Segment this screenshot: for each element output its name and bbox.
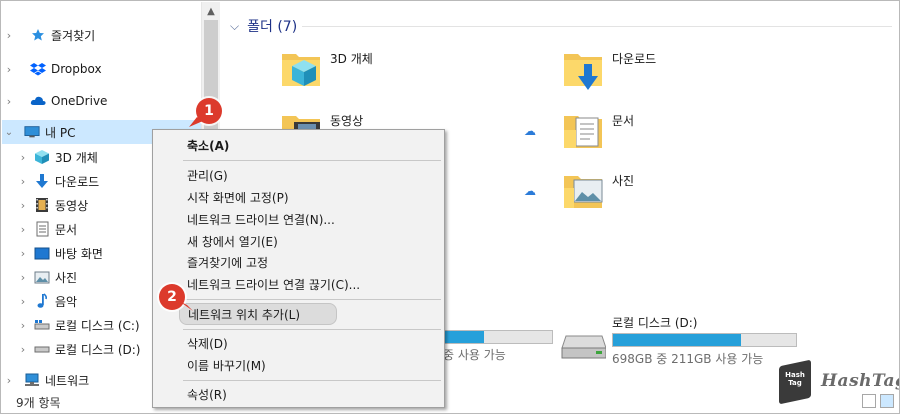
folder-picture-icon	[562, 168, 606, 215]
folder-document-icon	[562, 108, 606, 155]
nav-item-favorites[interactable]: › 즐겨찾기	[2, 23, 202, 47]
folder-3d-icon	[280, 46, 324, 93]
menu-item-open-new-window[interactable]: 새 창에서 열기(E)	[153, 230, 444, 252]
menu-item-manage[interactable]: 관리(G)	[153, 164, 444, 186]
menu-separator	[183, 380, 441, 381]
folder-tile-documents[interactable]: 문서	[562, 108, 634, 155]
chevron-right-icon[interactable]: ›	[16, 199, 30, 212]
menu-separator	[183, 299, 441, 300]
folder-tile-downloads[interactable]: 다운로드	[562, 46, 656, 95]
folder-download-icon	[562, 46, 606, 95]
file-explorer-window: › 즐겨찾기 › Dropbox › OneDrive ⌄ 내 PC › 3D …	[0, 0, 900, 414]
folder-label: 3D 개체	[330, 52, 373, 66]
music-icon	[34, 293, 50, 309]
drive-usage-fill	[444, 331, 484, 343]
drive-usage-fill	[613, 334, 742, 346]
nav-item-label: OneDrive	[51, 94, 108, 108]
nav-item-label: 다운로드	[55, 174, 100, 189]
document-icon	[34, 221, 50, 237]
menu-item-add-network-location[interactable]: 네트워크 위치 추가(L)	[179, 303, 337, 325]
chevron-right-icon[interactable]: ›	[16, 343, 30, 356]
nav-item-label: Dropbox	[51, 62, 102, 76]
network-icon	[24, 372, 40, 388]
nav-item-label: 문서	[55, 222, 78, 237]
menu-item-pin-to-quick-access[interactable]: 즐겨찾기에 고정	[153, 251, 444, 273]
nav-item-label: 바탕 화면	[55, 246, 103, 261]
folder-label: 문서	[612, 114, 635, 128]
chevron-down-icon[interactable]: ⌵	[230, 19, 239, 34]
nav-item-label: 즐겨찾기	[51, 28, 96, 43]
nav-item-dropbox[interactable]: › Dropbox	[2, 57, 202, 81]
drive-d-icon	[560, 332, 607, 363]
video-icon	[34, 197, 50, 213]
chevron-down-icon[interactable]: ⌄	[2, 127, 16, 138]
nav-item-label: 로컬 디스크 (D:)	[55, 342, 141, 357]
nav-item-label: 3D 개체	[55, 150, 98, 165]
chevron-right-icon[interactable]: ›	[2, 29, 16, 42]
chevron-right-icon[interactable]: ›	[16, 319, 30, 332]
chevron-right-icon[interactable]: ›	[16, 295, 30, 308]
chevron-right-icon[interactable]: ›	[2, 374, 16, 387]
chevron-right-icon[interactable]: ›	[16, 247, 30, 260]
dropbox-icon	[30, 61, 46, 77]
drive-free-space: 698GB 중 211GB 사용 가능	[612, 352, 764, 366]
chevron-right-icon[interactable]: ›	[16, 223, 30, 236]
menu-separator	[183, 160, 441, 161]
drive-tile-c[interactable]: 중 사용 가능	[443, 312, 553, 368]
menu-item-map-network-drive[interactable]: 네트워크 드라이브 연결(N)...	[153, 208, 444, 230]
badge-pointer-2	[179, 301, 193, 311]
chevron-right-icon[interactable]: ›	[2, 95, 16, 108]
folder-tile-3d-objects[interactable]: 3D 개체	[280, 46, 373, 93]
drive-usage-bar	[612, 333, 797, 347]
onedrive-icon	[30, 93, 46, 109]
group-divider	[302, 26, 892, 27]
folder-tile-pictures[interactable]: 사진	[562, 168, 634, 215]
watermark-text: HashTag	[821, 371, 900, 391]
drive-d-icon	[34, 341, 50, 357]
logo-mark-text: Hash Tag	[785, 371, 805, 387]
desktop-icon	[34, 245, 50, 261]
drive-label: 로컬 디스크 (D:)	[612, 316, 698, 330]
menu-separator	[183, 329, 441, 330]
folder-label: 사진	[612, 174, 635, 188]
folder-label: 동영상	[330, 114, 364, 128]
menu-item-delete[interactable]: 삭제(D)	[153, 332, 444, 354]
status-bar: 9개 항목	[2, 390, 899, 413]
item-count: 9개 항목	[16, 395, 61, 410]
menu-item-disconnect-network-drive[interactable]: 네트워크 드라이브 연결 끊기(C)...	[153, 273, 444, 295]
cloud-sync-icon: ☁	[524, 124, 536, 138]
download-icon	[34, 173, 50, 189]
nav-item-label: 내 PC	[45, 125, 76, 140]
context-menu: 축소(A) 관리(G) 시작 화면에 고정(P) 네트워크 드라이브 연결(N)…	[152, 129, 445, 408]
chevron-right-icon[interactable]: ›	[2, 63, 16, 76]
nav-item-label: 로컬 디스크 (C:)	[55, 318, 140, 333]
drive-free-space: 중 사용 가능	[443, 348, 506, 362]
pc-icon	[24, 124, 40, 140]
drive-usage-bar	[443, 330, 553, 344]
chevron-right-icon[interactable]: ›	[16, 175, 30, 188]
menu-item-properties[interactable]: 속성(R)	[153, 383, 444, 405]
cloud-sync-icon: ☁	[524, 184, 536, 198]
nav-item-label: 동영상	[55, 198, 89, 213]
group-title: 폴더 (7)	[247, 19, 298, 35]
nav-item-label: 사진	[55, 270, 78, 285]
badge-pointer-1	[189, 117, 203, 127]
nav-item-label: 네트워크	[45, 373, 90, 388]
drive-c-icon	[34, 317, 50, 333]
chevron-right-icon[interactable]: ›	[16, 151, 30, 164]
menu-item-pin-to-start[interactable]: 시작 화면에 고정(P)	[153, 186, 444, 208]
3d-objects-icon	[34, 149, 50, 165]
menu-item-rename[interactable]: 이름 바꾸기(M)	[153, 354, 444, 376]
watermark-logo: Hash Tag HashTag	[779, 359, 899, 405]
menu-item-collapse[interactable]: 축소(A)	[153, 134, 444, 156]
scroll-up-arrow-icon[interactable]: ▲	[202, 6, 220, 17]
chevron-right-icon[interactable]: ›	[16, 271, 30, 284]
drive-tile-d[interactable]: 로컬 디스크 (D:) 698GB 중 211GB 사용 가능	[560, 314, 800, 370]
nav-item-label: 음악	[55, 294, 78, 309]
folders-group-header[interactable]: ⌵ 폴더 (7)	[230, 16, 297, 36]
picture-icon	[34, 269, 50, 285]
nav-item-onedrive[interactable]: › OneDrive	[2, 89, 202, 113]
star-icon	[30, 27, 46, 43]
folder-label: 다운로드	[612, 52, 657, 66]
